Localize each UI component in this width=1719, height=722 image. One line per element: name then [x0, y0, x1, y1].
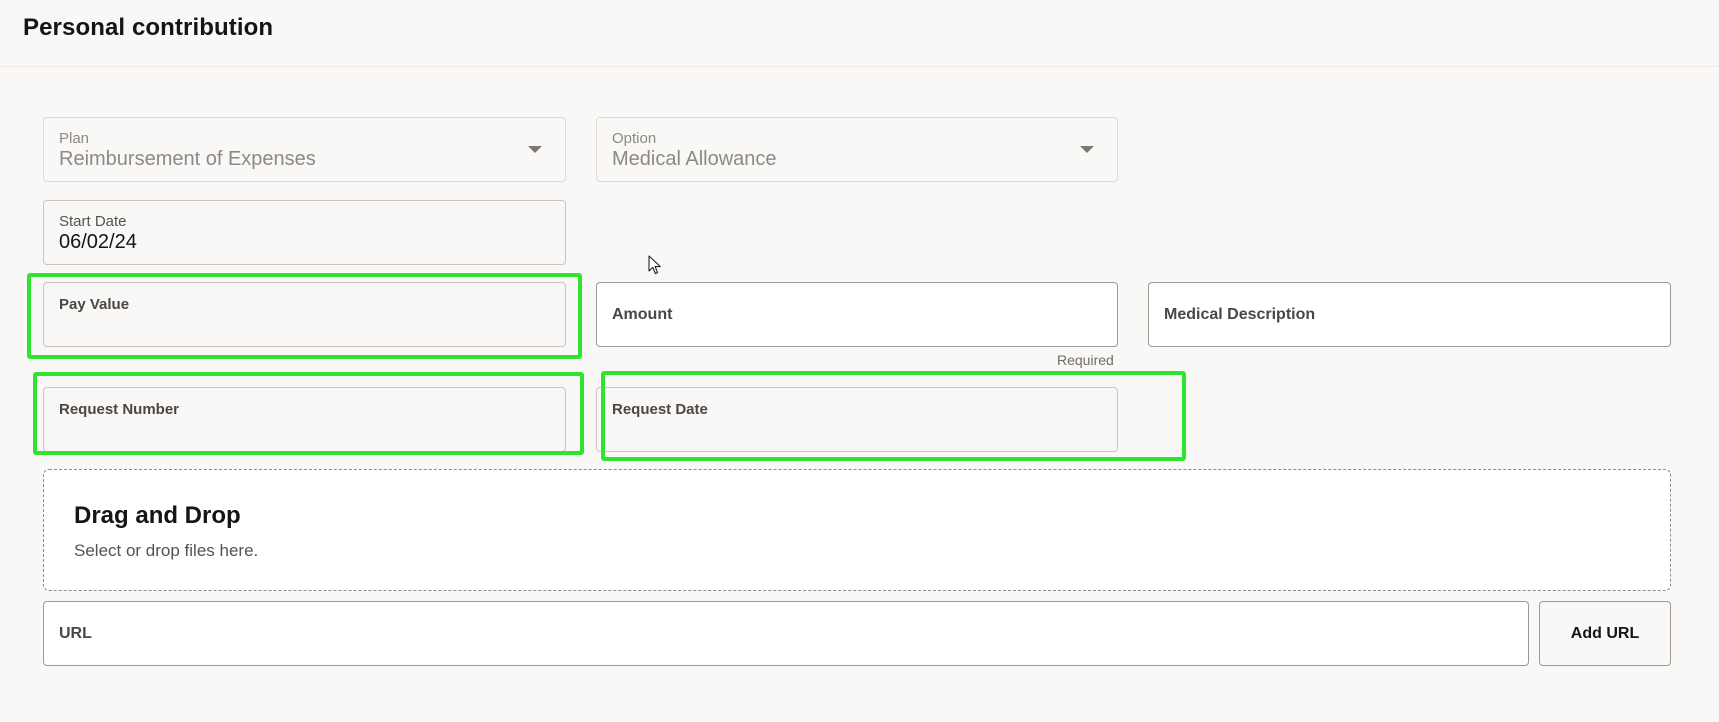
url-input[interactable]: URL	[43, 601, 1529, 666]
medical-description-label: Medical Description	[1164, 305, 1316, 323]
request-date-label: Request Date	[612, 401, 708, 418]
pay-value-field[interactable]: Pay Value	[43, 282, 566, 347]
amount-label: Amount	[612, 305, 673, 323]
amount-input[interactable]: Amount	[596, 282, 1118, 347]
amount-required-hint: Required	[1057, 352, 1114, 368]
file-dropzone[interactable]: Drag and Drop Select or drop files here.	[43, 469, 1671, 591]
option-label: Option	[612, 130, 657, 147]
dropzone-title: Drag and Drop	[74, 502, 241, 529]
start-date-label: Start Date	[59, 213, 127, 230]
request-number-label: Request Number	[59, 401, 180, 418]
start-date-value: 06/02/24	[59, 231, 137, 253]
personal-contribution-page: Personal contribution Plan Reimbursement…	[0, 0, 1719, 722]
dropzone-subtitle: Select or drop files here.	[74, 541, 259, 560]
plan-label: Plan	[59, 130, 90, 147]
page-header: Personal contribution	[0, 0, 1719, 67]
chevron-down-icon[interactable]	[1080, 146, 1094, 153]
option-value: Medical Allowance	[612, 148, 777, 170]
add-url-button[interactable]: Add URL	[1539, 601, 1671, 666]
plan-select[interactable]: Plan Reimbursement of Expenses	[43, 117, 566, 182]
request-date-field[interactable]: Request Date	[596, 387, 1118, 452]
start-date-field[interactable]: Start Date 06/02/24	[43, 200, 566, 265]
url-label: URL	[59, 624, 92, 642]
medical-description-input[interactable]: Medical Description	[1148, 282, 1671, 347]
pay-value-label: Pay Value	[59, 296, 130, 313]
plan-value: Reimbursement of Expenses	[59, 148, 316, 170]
page-title: Personal contribution	[23, 14, 274, 41]
chevron-down-icon[interactable]	[528, 146, 542, 153]
request-number-field[interactable]: Request Number	[43, 387, 566, 452]
mouse-pointer-icon	[648, 255, 661, 275]
option-select[interactable]: Option Medical Allowance	[596, 117, 1118, 182]
